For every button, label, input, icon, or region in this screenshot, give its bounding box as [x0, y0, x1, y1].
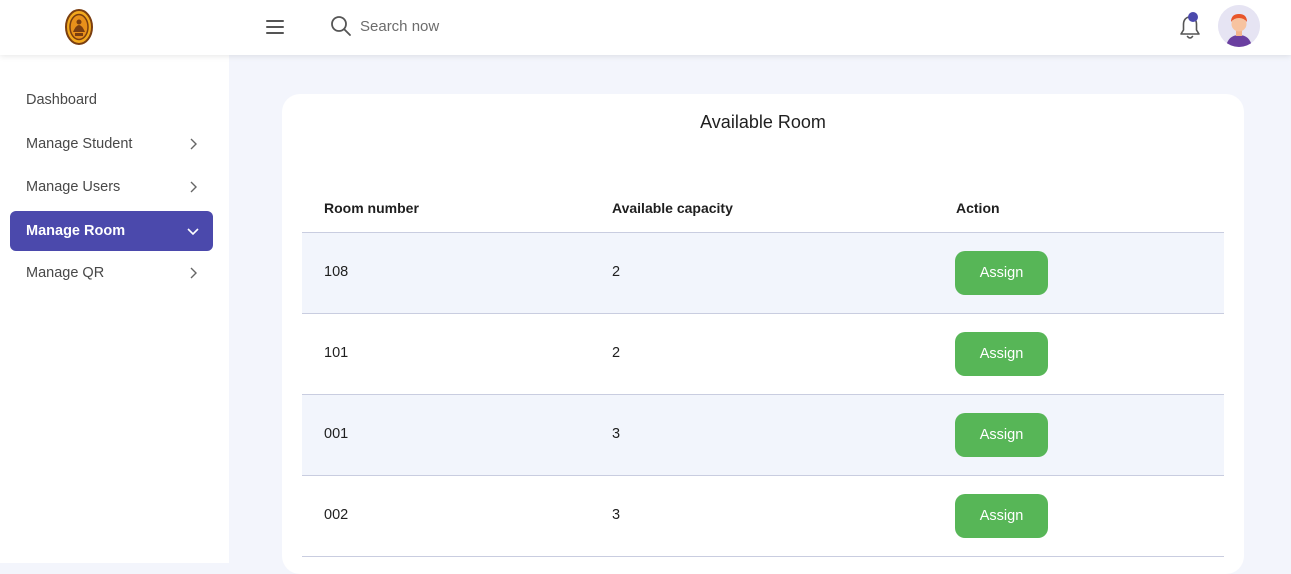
table-row: 108 2 Assign — [302, 233, 1224, 314]
table-header: Room number Available capacity Action — [302, 186, 1224, 233]
rooms-table: Room number Available capacity Action 10… — [302, 186, 1224, 557]
available-room-card: Available Room Room number Available cap… — [282, 94, 1244, 574]
sidebar-item-label: Manage Room — [26, 223, 126, 239]
assign-button[interactable]: Assign — [955, 494, 1048, 538]
room-number-cell: 001 — [324, 426, 349, 442]
chevron-right-icon — [173, 267, 213, 279]
chevron-right-icon — [173, 138, 213, 150]
sidebar: Dashboard Manage Student Manage Users Ma… — [0, 55, 229, 563]
notification-badge — [1188, 12, 1198, 22]
sidebar-item-manage-room[interactable]: Manage Room — [10, 211, 213, 251]
search-icon — [331, 16, 351, 36]
table-row: 002 3 Assign — [302, 476, 1224, 557]
sidebar-item-manage-users[interactable]: Manage Users — [10, 167, 213, 207]
chevron-right-icon — [173, 181, 213, 193]
top-navbar — [0, 0, 1291, 55]
chevron-down-icon — [173, 226, 213, 236]
capacity-cell: 3 — [612, 507, 621, 523]
user-avatar[interactable] — [1218, 5, 1260, 47]
page-title: Available Room — [700, 112, 826, 132]
room-number-cell: 101 — [324, 345, 349, 361]
search-input[interactable] — [360, 12, 660, 40]
room-number-cell: 108 — [324, 264, 349, 280]
sidebar-item-label: Manage QR — [26, 265, 105, 281]
sidebar-item-label: Manage Users — [26, 179, 121, 195]
sidebar-item-manage-student[interactable]: Manage Student — [10, 124, 213, 164]
university-logo[interactable] — [64, 8, 94, 46]
capacity-cell: 2 — [612, 345, 621, 361]
capacity-cell: 2 — [612, 264, 621, 280]
column-header-action: Action — [956, 200, 1000, 216]
sidebar-item-manage-qr[interactable]: Manage QR — [10, 253, 213, 293]
table-row: 001 3 Assign — [302, 395, 1224, 476]
capacity-cell: 3 — [612, 426, 621, 442]
column-header-available-capacity: Available capacity — [612, 200, 733, 216]
column-header-room-number: Room number — [324, 200, 419, 216]
sidebar-item-label: Manage Student — [26, 136, 133, 152]
sidebar-item-dashboard[interactable]: Dashboard — [10, 80, 213, 120]
table-row: 101 2 Assign — [302, 314, 1224, 395]
room-number-cell: 002 — [324, 507, 349, 523]
assign-button[interactable]: Assign — [955, 251, 1048, 295]
sidebar-item-label: Dashboard — [26, 92, 97, 108]
menu-toggle-icon[interactable] — [266, 16, 288, 38]
assign-button[interactable]: Assign — [955, 413, 1048, 457]
assign-button[interactable]: Assign — [955, 332, 1048, 376]
